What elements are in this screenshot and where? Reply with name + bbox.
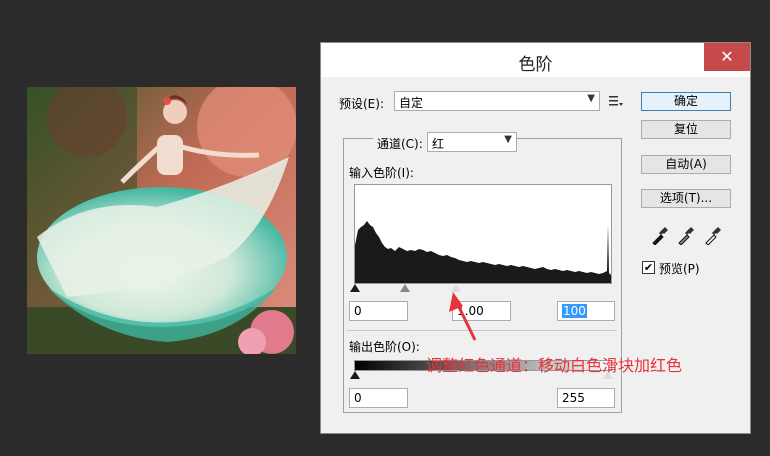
annotation-text: 调整红色通道：移动白色滑块加红色 (426, 356, 683, 375)
annotation-arrow (449, 292, 477, 341)
